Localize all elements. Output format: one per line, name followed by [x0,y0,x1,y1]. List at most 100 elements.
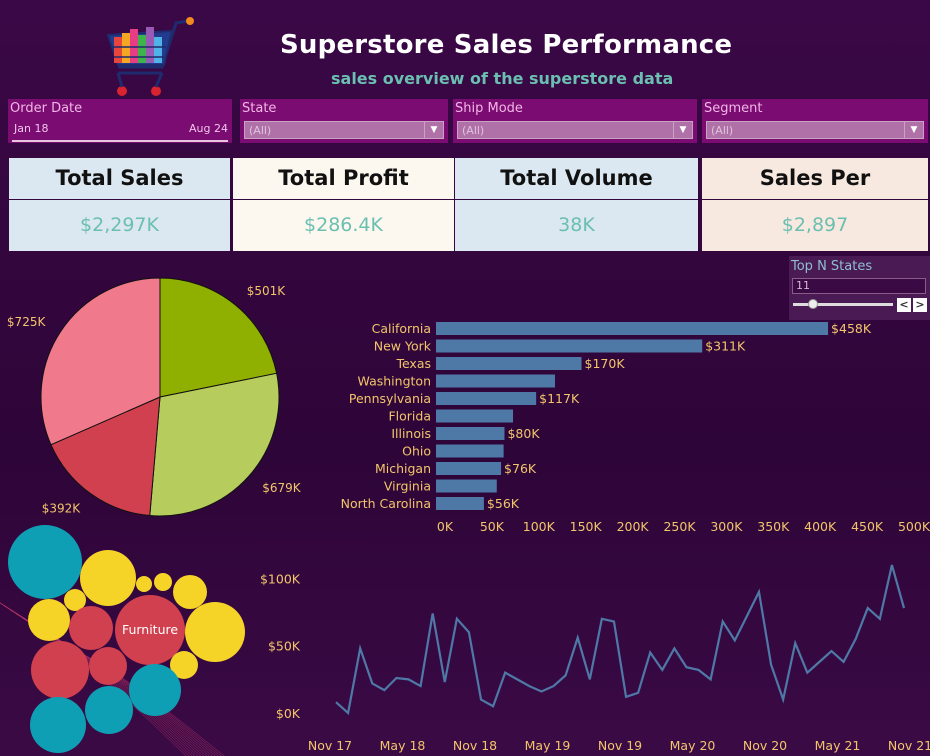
bubble[interactable] [185,602,245,662]
bar-value-label: $170K [585,356,626,371]
x-tick-label: Nov 19 [598,738,642,753]
kpi-total-volume: Total Volume 38K [455,158,698,251]
bubble[interactable] [89,647,127,685]
pie-chart: $501K $679K $392K $725K [7,277,302,517]
x-tick-label: 150K [570,519,603,534]
pie-slice-label: $392K [42,501,82,515]
kpi-value: $286.4K [233,200,454,251]
bar[interactable] [436,427,505,440]
order-date-from: Jan 18 [14,122,49,135]
bar[interactable] [436,322,829,335]
x-tick-label: May 21 [815,738,861,753]
x-tick-label: 400K [804,519,837,534]
segment-select[interactable]: (All) ▼ [706,121,924,139]
bar[interactable] [436,479,497,493]
order-date-to: Aug 24 [189,122,228,135]
bubble[interactable] [154,573,172,591]
x-tick-label: 300K [710,519,743,534]
y-tick-label: $0K [276,706,301,721]
x-tick-label: 350K [757,519,790,534]
bar[interactable] [436,374,555,388]
bubble-label: Furniture [122,622,178,637]
bubble[interactable] [129,664,181,716]
bar[interactable] [436,357,582,370]
x-tick-label: May 19 [525,738,571,753]
bar[interactable] [436,409,514,423]
pie-slice-label: $501K [247,284,287,298]
bar[interactable] [436,444,504,458]
chevron-down-icon[interactable]: ▼ [904,122,923,138]
bar[interactable] [436,339,703,353]
bubble[interactable] [28,599,70,641]
kpi-total-profit: Total Profit $286.4K [233,158,454,251]
bubble[interactable] [31,641,89,699]
ship-mode-filter[interactable]: Ship Mode (All) ▼ [453,99,697,143]
bubble[interactable] [85,686,133,734]
x-tick-label: 500K [898,519,930,534]
bar-category-label: California [372,321,431,336]
dashboard-title: Superstore Sales Performance [280,30,733,60]
ship-mode-value: (All) [462,124,485,137]
x-tick-label: Nov 18 [453,738,497,753]
y-tick-label: $50K [268,639,301,654]
kpi-value: $2,897 [702,200,928,251]
bubble[interactable] [136,576,152,592]
bar[interactable] [436,497,484,510]
bubble[interactable] [80,550,136,606]
state-label: State [242,101,277,116]
bar-value-label: $311K [705,339,746,354]
bar-category-label: Michigan [375,461,431,476]
chevron-down-icon[interactable]: ▼ [424,122,443,138]
line-chart: $0K $50K $100K Nov 17 May 18 Nov 18 May 19 Nov … [260,564,930,753]
ship-mode-select[interactable]: (All) ▼ [457,121,693,139]
bar-category-label: Virginia [384,479,431,494]
kpi-sales-per-customer: Sales Per Customer $2,897 [702,158,928,251]
bar[interactable] [436,392,537,405]
ship-mode-label: Ship Mode [455,101,523,116]
x-tick-label: Nov 20 [743,738,787,753]
state-value: (All) [249,124,272,137]
date-range-slider[interactable] [12,140,228,142]
bar-category-label: New York [374,339,432,354]
x-tick-label: 450K [851,519,884,534]
bar-category-label: Washington [358,374,431,389]
bar-category-label: Illinois [391,426,431,441]
segment-filter[interactable]: Segment (All) ▼ [702,99,928,143]
state-select[interactable]: (All) ▼ [244,121,444,139]
kpi-total-sales: Total Sales $2,297K [9,158,230,251]
y-tick-label: $100K [260,571,301,586]
state-filter[interactable]: State (All) ▼ [240,99,448,143]
x-tick-label: May 18 [380,738,426,753]
kpi-label: Total Sales [9,158,230,199]
pie-slice-label: $725K [7,315,47,329]
bar-category-label: Texas [395,356,431,371]
kpi-value: 38K [455,200,698,251]
kpi-value: $2,297K [9,200,230,251]
bar-category-label: Pennsylvania [349,391,431,406]
bar[interactable] [436,462,502,475]
bar-value-label: $80K [507,426,540,441]
bubble[interactable] [69,606,113,650]
bar-category-label: Florida [388,409,431,424]
x-tick-label: May 20 [670,738,716,753]
line-series[interactable] [335,564,906,716]
pie-slice-label: $679K [262,481,302,495]
x-tick-label: Nov 17 [308,738,352,753]
shopping-cart-icon [106,17,194,96]
x-tick-label: 0K [437,519,454,534]
bubble-chart: Furniture [0,525,245,756]
top-n-slider-handle[interactable] [808,299,818,309]
bubble[interactable] [173,575,207,609]
order-date-filter[interactable]: Order Date Jan 18 Aug 24 [8,99,232,143]
bar-value-label: $76K [504,461,537,476]
bubble[interactable] [30,697,86,753]
top-n-input[interactable]: 11 [792,278,926,294]
bar-value-label: $117K [539,391,580,406]
bubble[interactable] [8,525,82,599]
chevron-down-icon[interactable]: ▼ [673,122,692,138]
segment-value: (All) [711,124,734,137]
order-date-label: Order Date [10,101,83,116]
x-tick-label: Nov 21 [888,738,930,753]
pie-slice[interactable] [149,372,280,517]
bar-category-label: North Carolina [341,496,431,511]
